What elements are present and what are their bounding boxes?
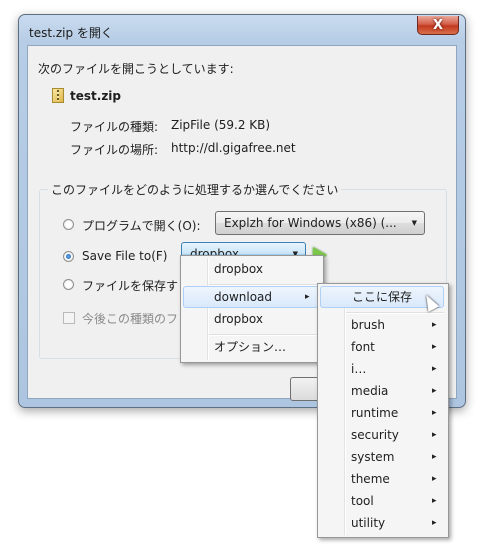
menu-item-label: theme <box>351 472 390 486</box>
menu-item-media[interactable]: media ▸ <box>320 380 444 402</box>
menu-item-label: system <box>351 450 395 464</box>
submenu-arrow-icon: ▸ <box>432 408 437 418</box>
submenu-arrow-icon: ▸ <box>305 292 310 302</box>
open-with-select-value: Explzh for Windows (x86) (... <box>224 216 397 230</box>
intro-text: 次のファイルを開こうとしています: <box>38 62 234 76</box>
menu-item-label: ここに保存 <box>352 290 413 304</box>
menu-item-label: i… <box>351 362 367 376</box>
menu-item-label: media <box>351 384 389 398</box>
menu-item-tool[interactable]: tool ▸ <box>320 490 444 512</box>
menu-item-label: dropbox <box>214 312 263 326</box>
menu-item-label: tool <box>351 494 374 508</box>
menu-item-label: utility <box>351 516 386 530</box>
menu-item-security[interactable]: security ▸ <box>320 424 444 446</box>
menu-item-brush[interactable]: brush ▸ <box>320 314 444 336</box>
file-type-label: ファイルの種類: <box>70 120 159 134</box>
close-button[interactable]: X <box>417 16 459 35</box>
submenu-arrow-icon: ▸ <box>432 342 437 352</box>
menu-item-options[interactable]: オプション… <box>183 336 319 358</box>
save-file-radio[interactable] <box>63 279 74 290</box>
open-with-label: プログラムで開く(O): <box>82 219 201 233</box>
save-to-label: Save File to(F) <box>82 249 168 263</box>
menu-item-label: security <box>351 428 399 442</box>
submenu-arrow-icon: ▸ <box>432 474 437 484</box>
menu-item-label: download <box>214 290 273 304</box>
menu-item-download[interactable]: download ▸ <box>183 286 319 308</box>
open-with-radio[interactable] <box>63 219 74 230</box>
menu-item-utility[interactable]: utility ▸ <box>320 512 444 534</box>
save-to-radio[interactable] <box>63 251 74 262</box>
menu-item-i[interactable]: i… ▸ <box>320 358 444 380</box>
menu-item-runtime[interactable]: runtime ▸ <box>320 402 444 424</box>
menu-item-label: font <box>351 340 375 354</box>
submenu-arrow-icon: ▸ <box>432 320 437 330</box>
zip-file-icon <box>52 88 64 103</box>
submenu-arrow-icon: ▸ <box>432 364 437 374</box>
menu-item-font[interactable]: font ▸ <box>320 336 444 358</box>
submenu-arrow-icon: ▸ <box>432 496 437 506</box>
chevron-down-icon: ▼ <box>411 219 417 227</box>
open-with-select[interactable]: Explzh for Windows (x86) (... ▼ <box>215 211 425 235</box>
submenu-arrow-icon: ▸ <box>432 386 437 396</box>
save-to-dropdown-menu: dropbox download ▸ dropbox オプション… <box>180 255 324 363</box>
action-group-label: このファイルをどのように処理するか選んでください <box>48 181 342 198</box>
menu-item-system[interactable]: system ▸ <box>320 446 444 468</box>
remember-checkbox[interactable] <box>63 312 75 324</box>
file-location-label: ファイルの場所: <box>70 143 159 157</box>
menu-item-label: dropbox <box>214 262 263 276</box>
file-location-value: http://dl.gigafree.net <box>171 141 296 155</box>
save-file-label: ファイルを保存す <box>82 279 179 293</box>
menu-item-dropbox-top[interactable]: dropbox <box>183 258 319 280</box>
download-submenu: ここに保存 brush ▸ font ▸ i… ▸ media ▸ runtim… <box>317 283 449 538</box>
file-type-value: ZipFile (59.2 KB) <box>171 118 271 132</box>
close-icon: X <box>432 17 444 33</box>
submenu-arrow-icon: ▸ <box>432 430 437 440</box>
menu-item-dropbox[interactable]: dropbox <box>183 308 319 330</box>
window-title: test.zip を開く <box>29 26 113 40</box>
file-name: test.zip <box>70 89 121 103</box>
menu-item-theme[interactable]: theme ▸ <box>320 468 444 490</box>
submenu-arrow-icon: ▸ <box>432 518 437 528</box>
menu-item-label: runtime <box>351 406 399 420</box>
menu-item-label: オプション… <box>214 340 287 354</box>
menu-item-label: brush <box>351 318 386 332</box>
remember-label: 今後この種類のフ <box>82 312 179 326</box>
submenu-arrow-icon: ▸ <box>432 452 437 462</box>
